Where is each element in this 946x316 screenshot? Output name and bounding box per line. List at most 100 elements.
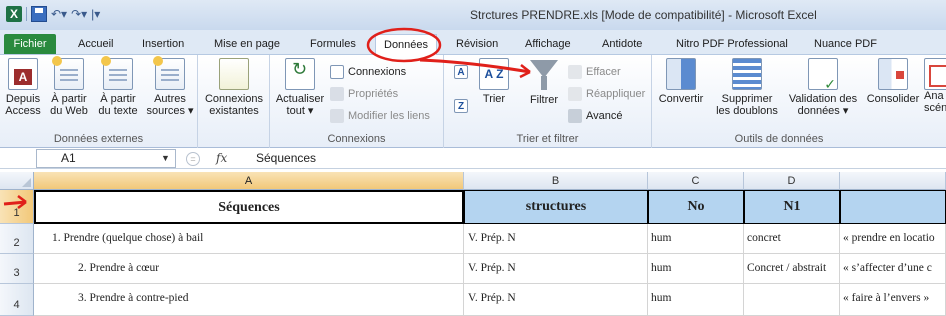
web-document-icon — [52, 56, 84, 90]
what-if-analysis-button[interactable]: Ana scén — [924, 58, 946, 114]
column-header-c[interactable]: C — [648, 172, 744, 190]
group-label-connections: Connexions — [327, 133, 386, 145]
refresh-all-button[interactable]: Actualisertout ▾ — [274, 58, 326, 117]
reapply-button[interactable]: Réappliquer — [568, 87, 645, 101]
tab-affichage[interactable]: Affichage — [525, 35, 571, 53]
cell-b3[interactable]: V. Prép. N — [464, 254, 648, 284]
cell-d1[interactable]: N1 — [744, 190, 840, 224]
tab-mise-en-page[interactable]: Mise en page — [214, 35, 280, 53]
advanced-icon — [568, 109, 582, 123]
cell-b1[interactable]: structures — [464, 190, 648, 224]
convert-icon — [666, 58, 696, 90]
cell-c3[interactable]: hum — [648, 254, 744, 284]
tab-nuance-pdf[interactable]: Nuance PDF — [814, 35, 877, 53]
sort-az-button[interactable]: A — [454, 65, 468, 79]
remove-duplicates-button[interactable]: Supprimer les doublons — [712, 58, 782, 117]
validation-icon — [808, 58, 838, 90]
cell-a4[interactable]: 3. Prendre à contre-pied — [34, 284, 464, 316]
formula-bar: A1 ▼ = fx Séquences — [0, 148, 946, 169]
existing-connections-button[interactable]: Connexions existantes — [202, 58, 266, 117]
from-web-button[interactable]: À partir du Web — [46, 56, 92, 117]
from-access-button[interactable]: DepuisAccess — [2, 58, 44, 117]
cell-e2[interactable]: « prendre en locatio — [840, 224, 946, 254]
properties-button[interactable]: Propriétés — [330, 87, 398, 101]
cell-e1[interactable] — [840, 190, 946, 224]
ribbon-tabs: Fichier Accueil Insertion Mise en page F… — [0, 30, 946, 56]
cell-b4[interactable]: V. Prép. N — [464, 284, 648, 316]
undo-icon[interactable]: ↶▾ — [51, 6, 67, 22]
connections-button[interactable]: Connexions — [330, 65, 406, 79]
text-to-columns-button[interactable]: Convertir — [656, 58, 706, 105]
cell-e4[interactable]: « faire à l’envers » — [840, 284, 946, 316]
tab-accueil[interactable]: Accueil — [78, 35, 113, 53]
qat-separator — [26, 7, 27, 21]
cell-c2[interactable]: hum — [648, 224, 744, 254]
cancel-formula-icon[interactable]: = — [186, 152, 200, 166]
name-box[interactable]: A1 ▼ — [36, 149, 176, 168]
customize-qat-icon[interactable]: |▾ — [91, 6, 100, 22]
column-header-e[interactable] — [840, 172, 946, 190]
column-header-b[interactable]: B — [464, 172, 648, 190]
cell-e3[interactable]: « s’affecter d’une c — [840, 254, 946, 284]
select-all-corner[interactable] — [0, 172, 34, 190]
cell-a3[interactable]: 2. Prendre à cœur — [34, 254, 464, 284]
group-label-sort-filter: Trier et filtrer — [516, 133, 579, 145]
fx-icon[interactable]: fx — [216, 149, 227, 168]
consolidate-button[interactable]: Consolider — [864, 58, 922, 105]
advanced-filter-button[interactable]: Avancé — [568, 109, 623, 123]
cell-a2[interactable]: 1. Prendre (quelque chose) à bail — [34, 224, 464, 254]
cell-a1[interactable]: Séquences — [34, 190, 464, 224]
cell-d4[interactable] — [744, 284, 840, 316]
sort-button[interactable]: A Z Trier — [476, 58, 512, 105]
chevron-down-icon[interactable]: ▼ — [161, 150, 170, 167]
save-icon[interactable] — [31, 6, 47, 22]
row-header[interactable]: 3 — [0, 254, 34, 284]
row-header[interactable]: 1 — [0, 190, 34, 224]
cell-d3[interactable]: Concret / abstrait — [744, 254, 840, 284]
tab-donnees[interactable]: Données — [375, 34, 438, 56]
group-existing-connections: Connexions existantes — [198, 55, 270, 148]
cell-d2[interactable]: concret — [744, 224, 840, 254]
access-icon — [8, 58, 38, 90]
connections-document-icon — [219, 58, 249, 90]
reapply-icon — [568, 87, 582, 101]
group-label-external-data: Données externes — [53, 133, 144, 145]
tab-formules[interactable]: Formules — [310, 35, 356, 53]
column-header-a[interactable]: A — [34, 172, 464, 190]
clear-filter-button[interactable]: Effacer — [568, 65, 621, 79]
excel-logo-icon[interactable]: X — [6, 6, 22, 22]
edit-links-button[interactable]: Modifier les liens — [330, 109, 430, 123]
clear-icon — [568, 65, 582, 79]
filter-button[interactable]: Filtrer — [524, 58, 564, 106]
quick-access-toolbar: X ↶▾ ↷▾ |▾ — [6, 6, 100, 22]
tab-nitro-pdf[interactable]: Nitro PDF Professional — [676, 35, 788, 53]
sort-za-icon: Z — [454, 99, 468, 113]
row-header[interactable]: 4 — [0, 284, 34, 316]
tab-antidote[interactable]: Antidote — [602, 35, 642, 53]
data-validation-button[interactable]: Validation desdonnées ▾ — [782, 58, 864, 117]
column-header-d[interactable]: D — [744, 172, 840, 190]
spreadsheet-grid: A B C D 1 Séquences structures No N1 2 1… — [0, 172, 946, 316]
cell-b2[interactable]: V. Prép. N — [464, 224, 648, 254]
consolidate-icon — [878, 58, 908, 90]
tab-insertion[interactable]: Insertion — [142, 35, 184, 53]
ribbon: DepuisAccess À partirdu Web À partirdu t… — [0, 55, 946, 148]
group-data-tools: Convertir Supprimerles doublons Validati… — [652, 55, 946, 148]
tab-revision[interactable]: Révision — [456, 35, 498, 53]
row-header[interactable]: 2 — [0, 224, 34, 254]
sort-az-icon: A — [454, 65, 468, 79]
cell-c1[interactable]: No — [648, 190, 744, 224]
scenario-icon — [924, 58, 946, 90]
cell-c4[interactable]: hum — [648, 284, 744, 316]
group-external-data: DepuisAccess À partirdu Web À partirdu t… — [0, 55, 198, 148]
from-text-button[interactable]: À partir du texte — [94, 56, 142, 117]
links-icon — [330, 109, 344, 123]
title-bar: X ↶▾ ↷▾ |▾ Strctures PRENDRE.xls [Mode d… — [0, 0, 946, 30]
tab-fichier[interactable]: Fichier — [4, 34, 56, 54]
duplicates-icon — [732, 58, 762, 90]
sort-za-button[interactable]: Z — [454, 99, 468, 113]
redo-icon[interactable]: ↷▾ — [71, 6, 87, 22]
other-sources-button[interactable]: Autres sources ▾ — [144, 56, 196, 117]
connections-icon — [330, 65, 344, 79]
formula-input[interactable]: Séquences — [256, 150, 316, 167]
